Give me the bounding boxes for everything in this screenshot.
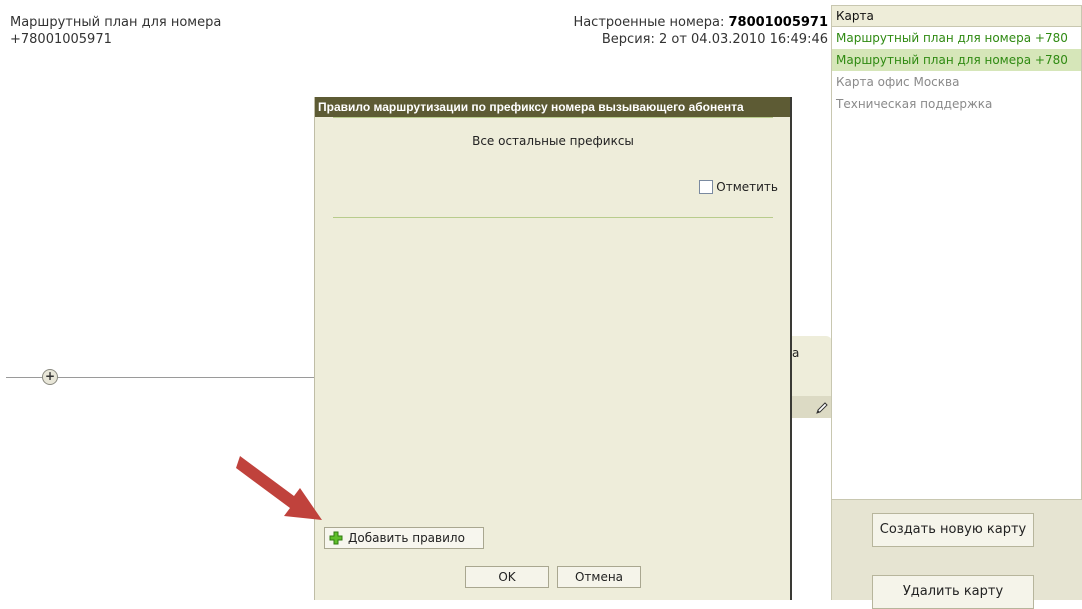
map-list-item[interactable]: Карта офис Москва [832, 71, 1081, 93]
plan-title-line2: +78001005971 [10, 32, 112, 47]
map-list-item[interactable]: Маршрутный план для номера +780 [832, 27, 1081, 49]
add-rule-button[interactable]: Добавить правило [324, 527, 484, 549]
delete-map-button[interactable]: Удалить карту [872, 575, 1034, 609]
mark-label: Отметить [716, 180, 778, 194]
plus-circle-icon[interactable]: + [42, 369, 58, 385]
title-divider [333, 117, 773, 118]
numbers-label: Настроенные номера: [573, 15, 725, 30]
dialog-title: Правило маршрутизации по префиксу номера… [315, 97, 790, 117]
mark-checkbox[interactable] [699, 180, 714, 194]
node-text: а [792, 346, 800, 360]
cancel-button[interactable]: Отмена [557, 566, 641, 588]
ok-button[interactable]: OK [465, 566, 549, 588]
plan-title-line1: Маршрутный план для номера [10, 15, 222, 30]
plan-title: Маршрутный план для номера +78001005971 [10, 14, 221, 48]
numbers-value: 78001005971 [728, 15, 829, 30]
plus-icon [329, 531, 343, 545]
map-list-item-selected[interactable]: Маршрутный план для номера +780 [832, 49, 1081, 71]
version-text: Версия: 2 от 04.03.2010 16:49:46 [601, 32, 828, 47]
map-list-item[interactable]: Техническая поддержка [832, 93, 1081, 115]
add-rule-label: Добавить правило [348, 531, 465, 545]
mark-option[interactable]: Отметить [699, 180, 778, 194]
map-list-header: Карта [832, 6, 1081, 27]
map-list-panel: Карта Маршрутный план для номера +780 Ма… [831, 5, 1082, 500]
section-divider [333, 217, 773, 218]
arrow-icon [236, 456, 322, 520]
dialog-subtitle: Все остальные префиксы [472, 134, 634, 148]
canvas-node[interactable]: а [786, 336, 832, 418]
create-map-button[interactable]: Создать новую карту [872, 513, 1034, 547]
plan-info: Настроенные номера: 78001005971 Версия: … [573, 14, 828, 48]
routing-rule-dialog: Правило маршрутизации по префиксу номера… [314, 97, 792, 600]
pencil-icon[interactable] [814, 400, 830, 416]
